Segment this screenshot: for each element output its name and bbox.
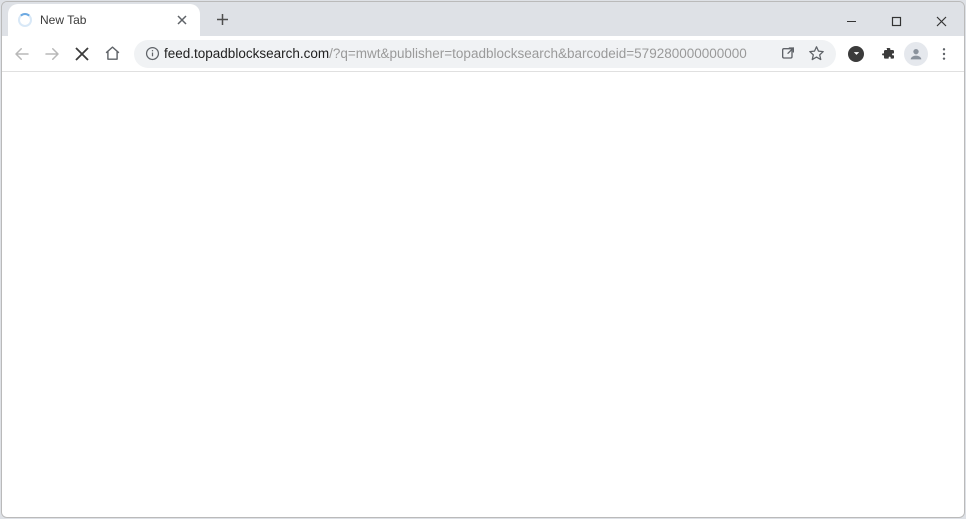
forward-button[interactable] bbox=[38, 40, 66, 68]
minimize-button[interactable] bbox=[829, 6, 874, 36]
site-info-icon[interactable] bbox=[140, 46, 164, 61]
loading-spinner-icon bbox=[18, 13, 32, 27]
share-button[interactable] bbox=[774, 40, 802, 68]
browser-tab[interactable]: New Tab bbox=[8, 4, 200, 36]
stop-button[interactable] bbox=[68, 40, 96, 68]
page-content bbox=[2, 72, 964, 517]
home-button[interactable] bbox=[98, 40, 126, 68]
window-controls bbox=[829, 6, 964, 36]
url-path: /?q=mwt&publisher=topadblocksearch&barco… bbox=[329, 46, 747, 61]
address-bar[interactable]: feed.topadblocksearch.com/?q=mwt&publish… bbox=[134, 40, 836, 68]
tab-strip: New Tab bbox=[2, 2, 236, 36]
url-text: feed.topadblocksearch.com/?q=mwt&publish… bbox=[164, 46, 774, 61]
toolbar: feed.topadblocksearch.com/?q=mwt&publish… bbox=[2, 36, 964, 72]
titlebar: New Tab bbox=[2, 2, 964, 36]
new-tab-button[interactable] bbox=[208, 5, 236, 33]
close-window-button[interactable] bbox=[919, 6, 964, 36]
extensions-button[interactable] bbox=[874, 40, 902, 68]
tab-title: New Tab bbox=[40, 13, 174, 27]
maximize-button[interactable] bbox=[874, 6, 919, 36]
back-button[interactable] bbox=[8, 40, 36, 68]
url-host: feed.topadblocksearch.com bbox=[164, 46, 329, 61]
bookmark-button[interactable] bbox=[802, 40, 830, 68]
profile-button[interactable] bbox=[904, 42, 928, 66]
search-engine-indicator-icon[interactable] bbox=[848, 46, 864, 62]
menu-button[interactable] bbox=[930, 40, 958, 68]
close-tab-button[interactable] bbox=[174, 12, 190, 28]
